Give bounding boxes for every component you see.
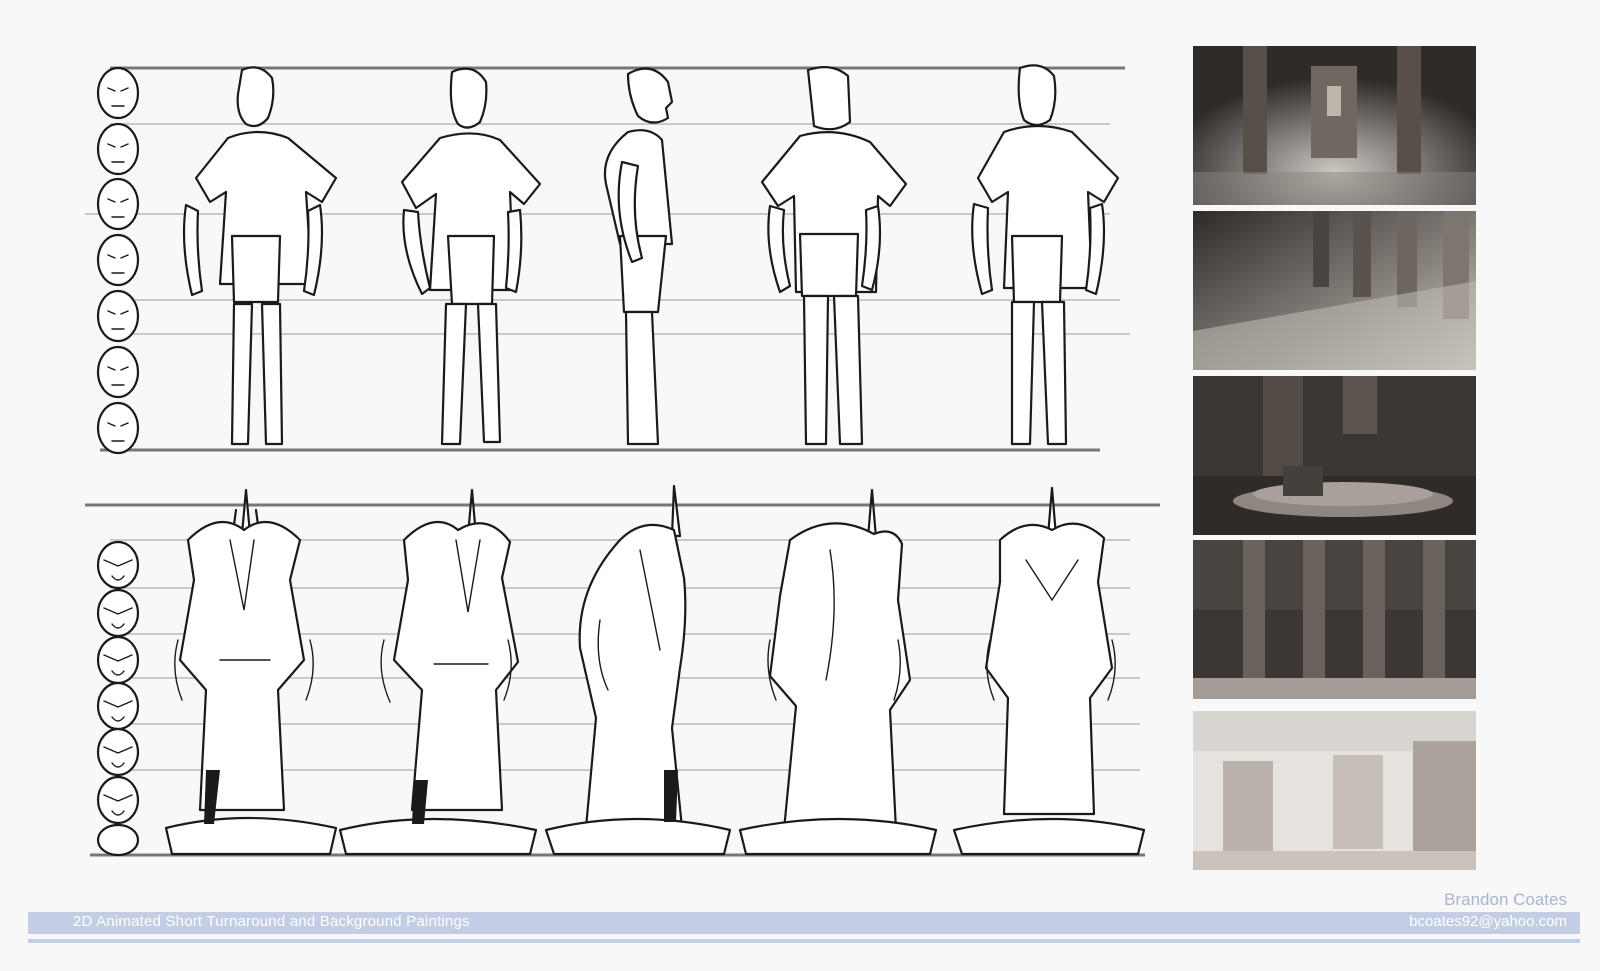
artist-email[interactable]: bcoates92@yahoo.com	[1409, 913, 1567, 930]
wizard-three-quarter-front-view	[338, 488, 538, 856]
king-head-stack	[96, 66, 140, 455]
sheet-caption: 2D Animated Short Turnaround and Backgro…	[73, 913, 470, 930]
background-painting-throne-hall-wide	[1193, 46, 1476, 205]
background-painting-pillared-hall	[1193, 211, 1476, 370]
background-painting-throne-dais	[1193, 376, 1476, 535]
wizard-three-quarter-back-view	[738, 488, 938, 856]
wizard-head-stack	[96, 540, 140, 857]
king-back-view	[971, 64, 1120, 446]
footer-rule	[28, 939, 1580, 943]
background-painting-colonnade	[1193, 540, 1476, 699]
king-three-quarter-front-view	[400, 67, 542, 446]
king-side-view	[603, 67, 674, 446]
wizard-front-view	[164, 488, 338, 856]
wizard-side-view	[544, 484, 732, 856]
wizard-back-view	[952, 486, 1146, 856]
background-painting-office-interior	[1193, 711, 1476, 870]
artist-name: Brandon Coates	[1444, 890, 1567, 909]
